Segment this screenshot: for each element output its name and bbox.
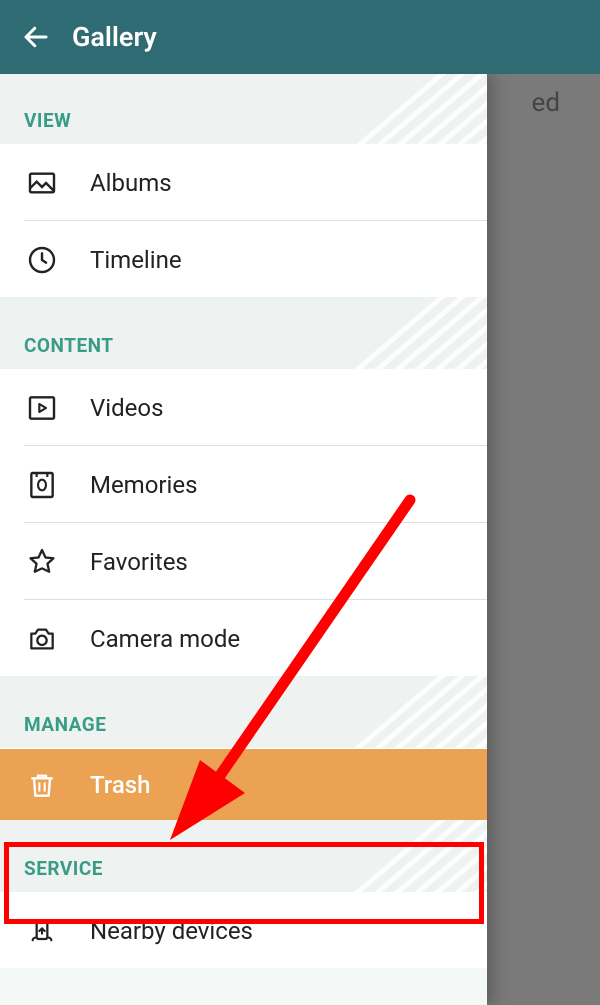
decorative-pattern-icon (297, 676, 487, 748)
back-arrow-icon[interactable] (14, 15, 58, 59)
drawer-item-camera-mode[interactable]: Camera mode (0, 600, 487, 676)
section-label: SERVICE (24, 857, 103, 880)
clock-icon (24, 242, 60, 278)
navigation-drawer: VIEW Albums Timeline CONTENT (0, 74, 487, 1005)
item-label: Nearby devices (90, 917, 253, 945)
drawer-item-memories[interactable]: Memories (0, 446, 487, 522)
item-label: Memories (90, 471, 198, 499)
decorative-pattern-icon (297, 820, 487, 892)
item-label: Albums (90, 169, 172, 197)
drawer-item-albums[interactable]: Albums (0, 144, 487, 220)
section-label: MANAGE (24, 713, 106, 736)
drawer-item-nearby-devices[interactable]: Nearby devices (0, 892, 487, 968)
play-icon (24, 390, 60, 426)
item-label: Camera mode (90, 625, 240, 653)
background-text-fragment: ed (532, 88, 560, 118)
item-label: Timeline (90, 246, 182, 274)
trash-icon (24, 767, 60, 803)
app-header: Gallery (0, 0, 600, 74)
drawer-item-videos[interactable]: Videos (0, 369, 487, 445)
drawer-item-trash[interactable]: Trash (0, 748, 487, 820)
picture-icon (24, 165, 60, 201)
header-title: Gallery (72, 21, 157, 53)
section-header-manage: MANAGE (0, 676, 487, 748)
item-label: Trash (90, 771, 150, 799)
memories-icon (24, 467, 60, 503)
section-label: CONTENT (24, 334, 114, 357)
nearby-devices-icon (24, 913, 60, 949)
decorative-pattern-icon (297, 297, 487, 369)
section-label: VIEW (24, 109, 71, 132)
decorative-pattern-icon (297, 74, 487, 144)
star-icon (24, 544, 60, 580)
item-label: Favorites (90, 548, 188, 576)
item-label: Videos (90, 394, 163, 422)
section-header-view: VIEW (0, 74, 487, 144)
camera-icon (24, 621, 60, 657)
section-header-service: SERVICE (0, 820, 487, 892)
drawer-item-favorites[interactable]: Favorites (0, 523, 487, 599)
drawer-item-timeline[interactable]: Timeline (0, 221, 487, 297)
section-header-content: CONTENT (0, 297, 487, 369)
